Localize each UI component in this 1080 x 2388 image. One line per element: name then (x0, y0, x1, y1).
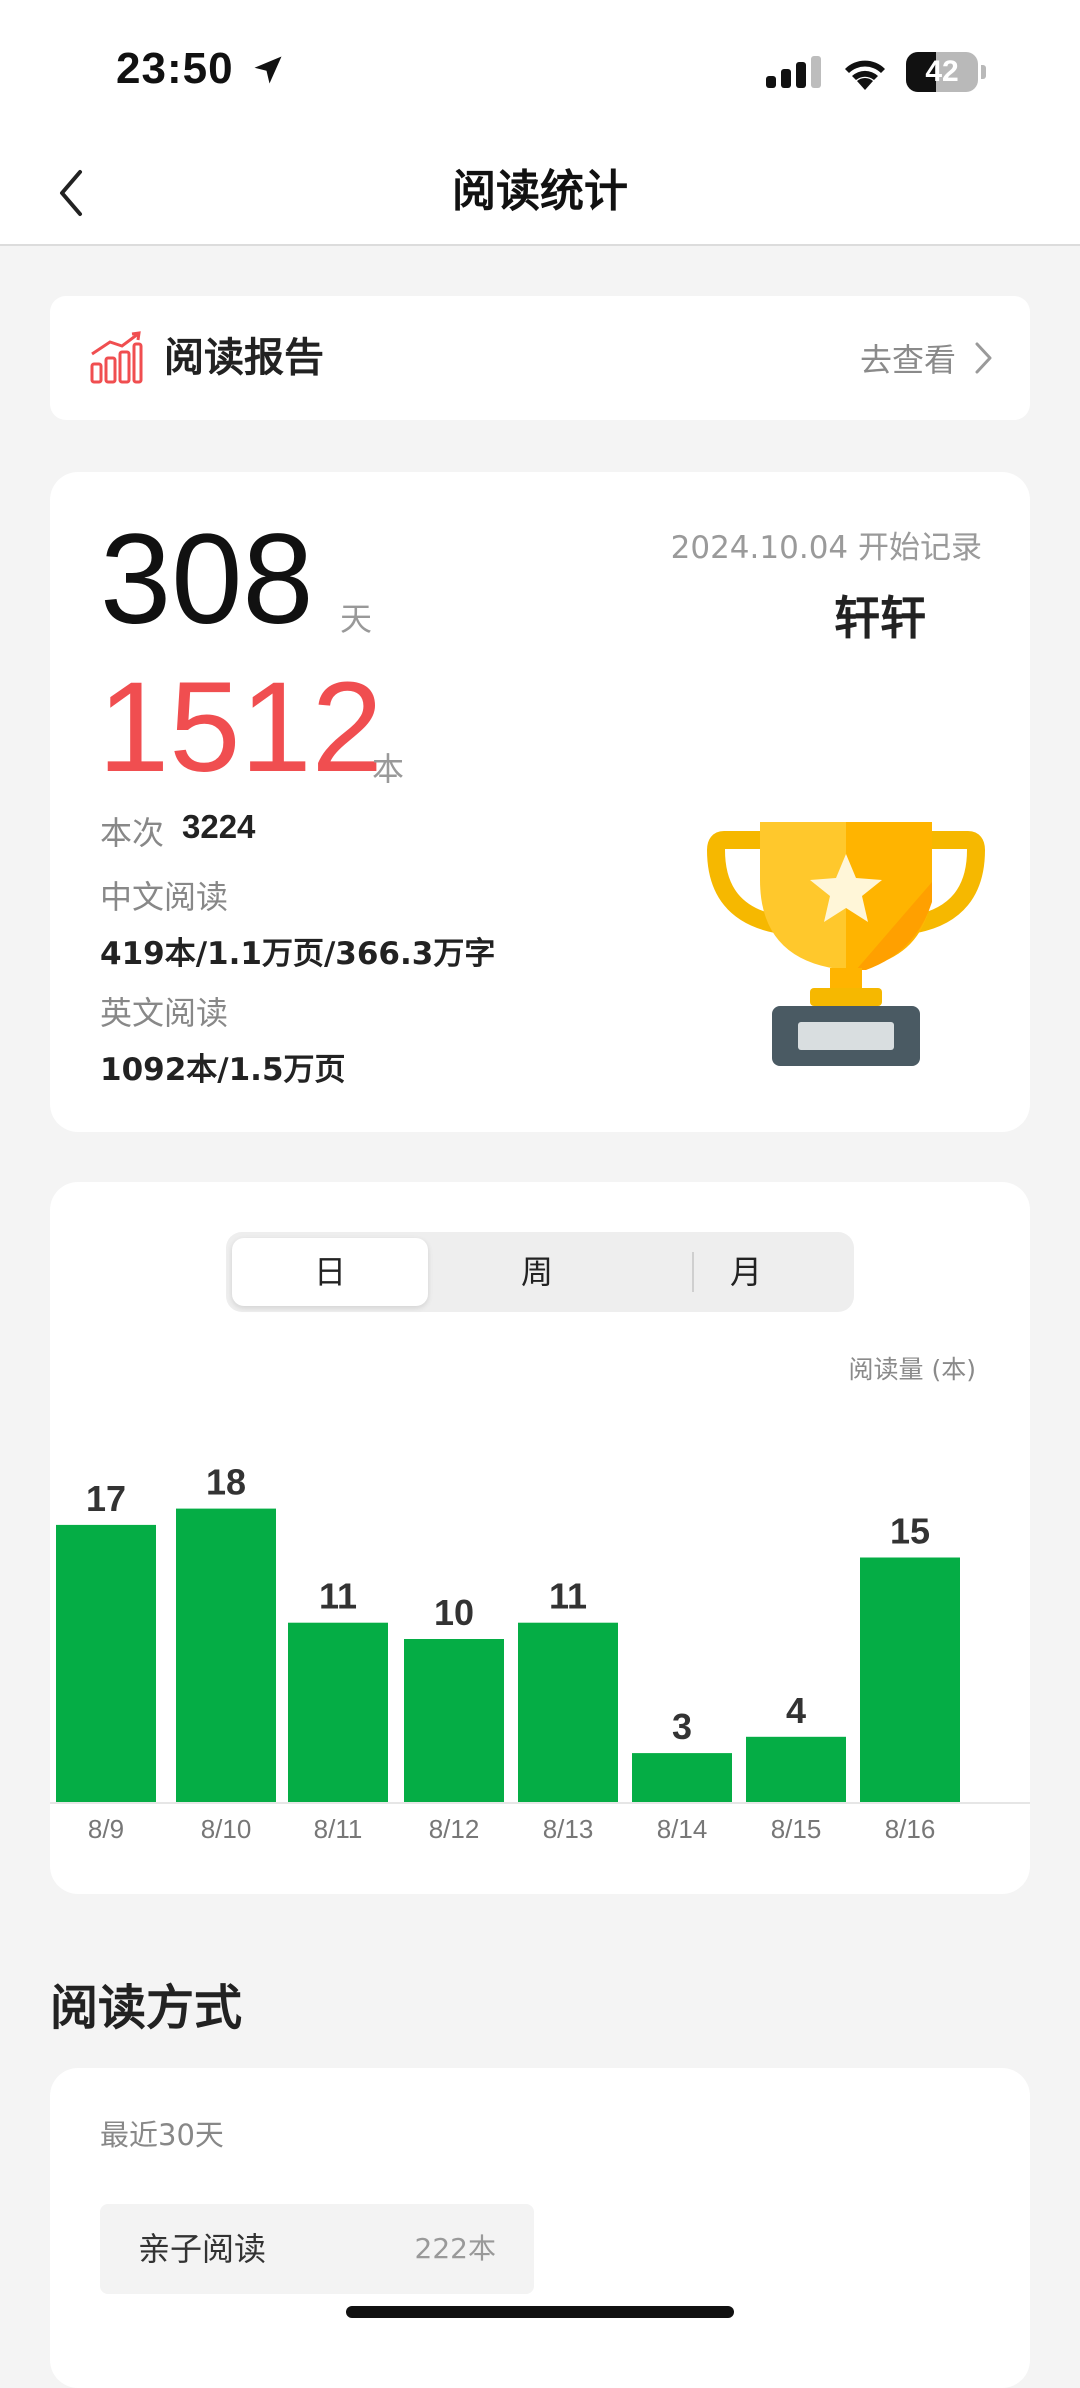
status-time: 23:50 (116, 44, 234, 93)
back-button[interactable] (40, 158, 110, 228)
location-arrow-icon (254, 56, 282, 84)
x-tick-label: 8/16 (885, 1814, 936, 1844)
bar-value-label: 4 (786, 1690, 806, 1731)
reading-report-title: 阅读报告 (164, 335, 324, 381)
books-read-count: 1512 (98, 656, 383, 799)
bar-value-label: 10 (434, 1592, 474, 1633)
reading-mode-count: 222本 (414, 2232, 496, 2265)
view-report-link[interactable]: 去查看 (860, 296, 996, 420)
books-unit: 本 (372, 750, 405, 788)
reading-mode-period: 最近30天 (100, 2118, 224, 2152)
chart-y-label: 阅读量 (本) (848, 1355, 976, 1384)
x-tick-label: 8/12 (429, 1814, 480, 1844)
reading-mode-title: 阅读方式 (50, 1980, 243, 2036)
bar-8/9[interactable] (56, 1524, 156, 1802)
bar-value-label: 11 (319, 1576, 357, 1617)
bar-8/16[interactable] (860, 1557, 960, 1803)
bar-8/15[interactable] (746, 1736, 846, 1802)
bar-8/10[interactable] (176, 1508, 276, 1802)
bar-8/13[interactable] (518, 1622, 618, 1802)
chinese-reading-value: 419本/1.1万页/366.3万字 (100, 936, 496, 972)
reading-bar-chart: 17 8/9 18 8/10 11 8/11 10 8/12 11 8/13 3 8/14 4 8/15 1… (50, 1462, 1030, 1844)
reading-mode-name: 亲子阅读 (138, 2230, 267, 2268)
reading-mode-item[interactable]: 亲子阅读 222本 (100, 2204, 534, 2294)
x-tick-label: 8/15 (771, 1814, 822, 1844)
record-start-date: 2024.10.04 开始记录 (670, 530, 982, 566)
chinese-reading-label: 中文阅读 (100, 878, 229, 916)
session-value: 3224 (182, 808, 256, 845)
bar-chart-icon (90, 331, 143, 384)
nav-bar: 阅读统计 (0, 140, 1080, 246)
tab-week[interactable]: 周 (432, 1238, 642, 1306)
bar-value-label: 17 (86, 1478, 126, 1519)
reading-mode-card: 最近30天 亲子阅读 222本 (50, 2068, 1030, 2388)
bar-value-label: 3 (672, 1706, 692, 1747)
session-label: 本次 (100, 814, 165, 852)
cellular-signal-icon (766, 56, 821, 88)
reading-summary-card: 308 天 1512 本 2024.10.04 开始记录 轩轩 本次 3224 … (50, 472, 1030, 1132)
wifi-icon (845, 60, 885, 90)
bar-8/11[interactable] (288, 1622, 388, 1802)
user-name: 轩轩 (834, 591, 926, 645)
tab-month[interactable]: 月 (644, 1238, 848, 1306)
days-unit: 天 (340, 600, 373, 638)
english-reading-value: 1092本/1.5万页 (100, 1052, 346, 1088)
tab-day[interactable]: 日 (232, 1238, 428, 1306)
bar-value-label: 15 (890, 1511, 930, 1552)
page-title: 阅读统计 (452, 166, 628, 217)
x-tick-label: 8/13 (543, 1814, 594, 1844)
reading-days-count: 308 (100, 508, 314, 651)
status-bar: 23:50 42 (0, 0, 1080, 140)
chevron-left-icon (60, 170, 82, 216)
chevron-right-icon (975, 342, 992, 374)
reading-report-card[interactable]: 阅读报告 去查看 (50, 296, 1030, 420)
home-indicator[interactable] (346, 2306, 734, 2318)
period-segmented-control: 日 周 月 (226, 1232, 854, 1312)
x-tick-label: 8/14 (657, 1814, 708, 1844)
battery-level-text: 42 (925, 55, 959, 88)
bar-value-label: 11 (549, 1576, 587, 1617)
view-report-text: 去查看 (859, 341, 956, 379)
x-tick-label: 8/10 (201, 1814, 252, 1844)
reading-chart-card: 日 周 月 阅读量 (本) 17 8/9 18 8/10 11 8/11 10 8/12 11 8… (50, 1182, 1030, 1894)
x-tick-label: 8/9 (88, 1814, 124, 1844)
x-tick-label: 8/11 (314, 1814, 363, 1844)
bar-value-label: 18 (206, 1462, 246, 1503)
bar-8/14[interactable] (632, 1753, 732, 1802)
bar-8/12[interactable] (404, 1639, 504, 1802)
battery-icon: 42 (906, 52, 986, 92)
english-reading-label: 英文阅读 (100, 994, 229, 1032)
trophy-icon (706, 822, 986, 1066)
